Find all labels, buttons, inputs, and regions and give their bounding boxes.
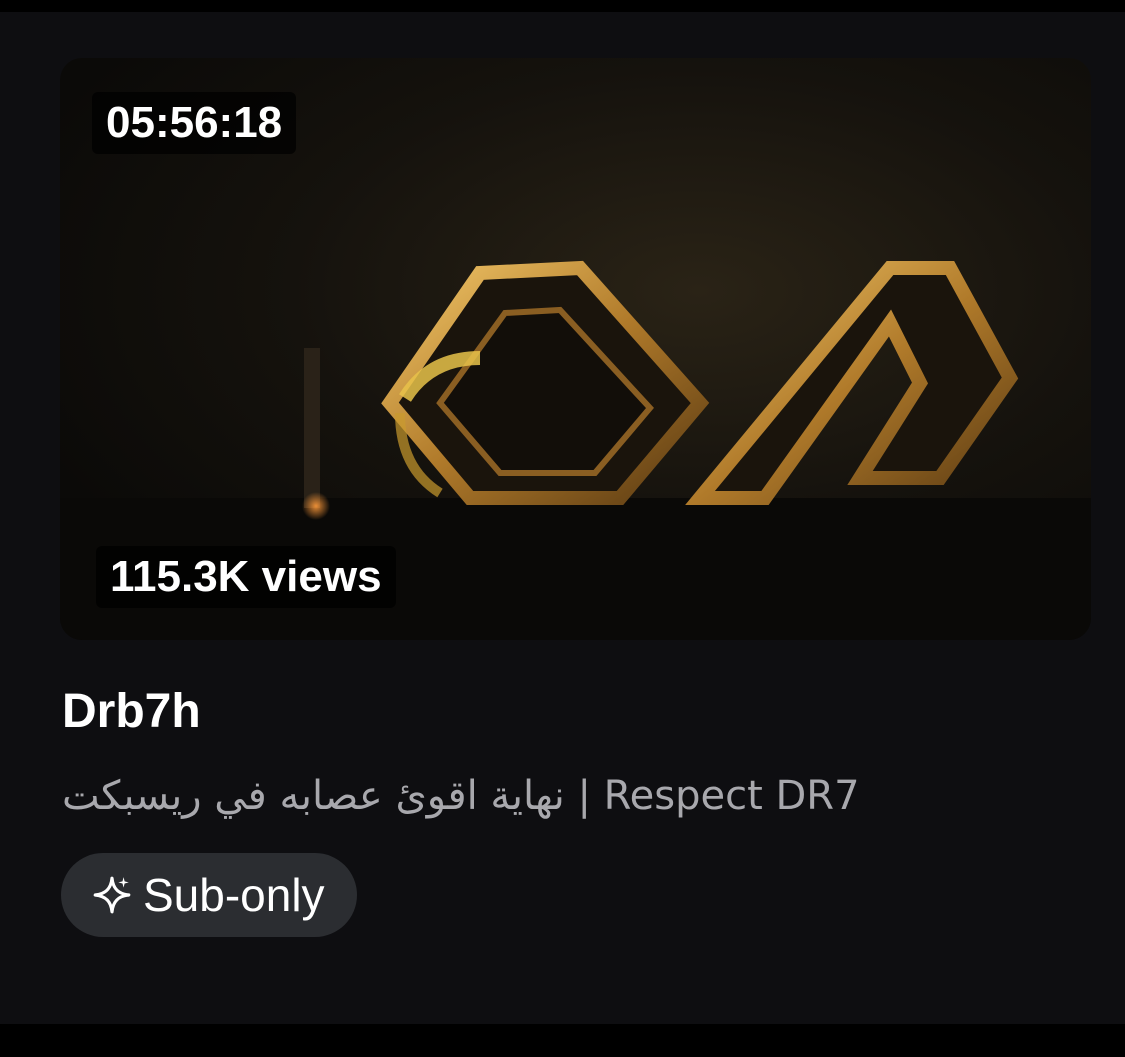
sparkle-icon (93, 876, 131, 914)
sub-only-label: Sub-only (143, 869, 325, 921)
video-thumbnail[interactable]: 05:56:18 115.3K views (60, 58, 1091, 640)
views-badge: 115.3K views (96, 546, 396, 608)
duration-text: 05:56:18 (106, 98, 283, 147)
bottom-bar (0, 1024, 1125, 1057)
video-card[interactable]: 05:56:18 115.3K views Drb7h نهاية اقوئ ع… (0, 12, 1125, 1024)
video-subtitle[interactable]: نهاية اقوئ عصابه في ريسبكت | Respect DR7 (62, 768, 860, 824)
duration-badge: 05:56:18 (92, 92, 297, 154)
video-title[interactable]: Drb7h (62, 682, 201, 742)
sub-only-badge: Sub-only (61, 853, 357, 937)
views-text: 115.3K views (110, 552, 382, 601)
